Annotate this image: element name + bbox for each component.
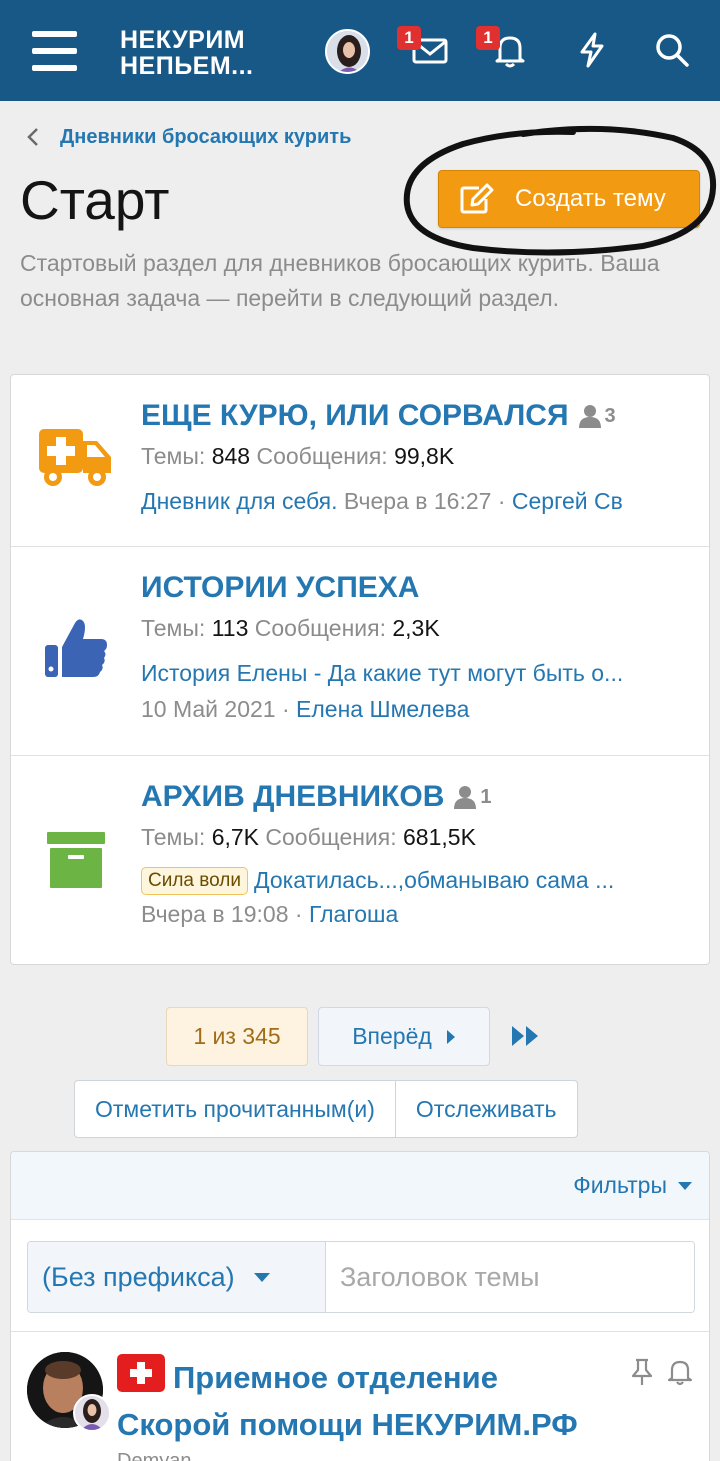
create-thread-button[interactable]: Создать тему	[438, 170, 700, 228]
logo-line-2: НЕПЬЕМ...	[120, 52, 254, 80]
last-post-time[interactable]: Вчера в 19:08	[141, 901, 289, 927]
thread-title-link[interactable]: Приемное отделение Скорой помощи НЕКУРИМ…	[117, 1354, 617, 1448]
next-page-button[interactable]: Вперёд	[318, 1007, 490, 1066]
node-viewers: 3	[578, 404, 616, 428]
threads-label: Темы:	[141, 824, 206, 850]
last-post-time[interactable]: Вчера в 16:27	[344, 488, 492, 514]
page-title: Старт	[20, 169, 170, 231]
threads-count: 6,7K	[211, 824, 260, 850]
ambulance-icon	[37, 427, 115, 494]
forum-node[interactable]: ЕЩЕ КУРЮ, ИЛИ СОРВАЛСЯ 3 Темы: 848 Сообщ…	[11, 375, 709, 547]
threads-label: Темы:	[141, 615, 206, 641]
section-description: Стартовый раздел для дневников бросающих…	[20, 250, 660, 311]
messages-count: 681,5K	[403, 824, 476, 850]
last-post-time[interactable]: 10 Май 2021	[141, 696, 276, 722]
thumbs-up-icon	[43, 617, 109, 686]
chevron-left-icon	[27, 128, 38, 146]
user-icon	[454, 786, 477, 809]
site-logo[interactable]: НЕКУРИМ НЕПЬЕМ...	[120, 27, 254, 79]
last-post-title[interactable]: История Елены - Да какие тут могут быть …	[141, 660, 623, 686]
next-page-label: Вперёд	[352, 1023, 432, 1049]
messages-count: 2,3K	[392, 615, 440, 641]
node-title[interactable]: ЕЩЕ КУРЮ, ИЛИ СОРВАЛСЯ	[141, 399, 569, 433]
node-title[interactable]: АРХИВ ДНЕВНИКОВ	[141, 780, 444, 814]
lightning-icon[interactable]	[572, 30, 612, 70]
node-viewer-count: 1	[480, 785, 492, 808]
user-icon	[578, 405, 601, 428]
thread-prefix-badge: Сила воли	[141, 867, 248, 895]
node-stats: Темы: 113 Сообщения: 2,3K	[141, 615, 697, 642]
thread-list: Фильтры (Без префикса) Приемное отделени…	[10, 1151, 710, 1461]
forum-node-list: ЕЩЕ КУРЮ, ИЛИ СОРВАЛСЯ 3 Темы: 848 Сообщ…	[10, 374, 710, 965]
node-viewers: 1	[454, 785, 491, 809]
last-post-user[interactable]: Елена Шмелева	[296, 696, 469, 722]
breadcrumb[interactable]: Дневники бросающих курить	[26, 123, 351, 151]
page-current-indicator[interactable]: 1 из 345	[166, 1007, 308, 1066]
forum-node[interactable]: АРХИВ ДНЕВНИКОВ 1 Темы: 6,7K Сообщения: …	[11, 756, 709, 964]
thread-author[interactable]: Demyan	[117, 1450, 191, 1461]
thread-title-text: Приемное отделение Скорой помощи НЕКУРИМ…	[117, 1360, 578, 1442]
alerts-count-badge: 1	[476, 26, 500, 50]
messages-count: 99,8K	[394, 443, 455, 469]
filter-bar: Фильтры	[11, 1152, 709, 1220]
node-stats: Темы: 6,7K Сообщения: 681,5K	[141, 824, 697, 851]
medical-cross-icon	[117, 1354, 165, 1392]
thread-last-poster-avatar[interactable]	[73, 1394, 111, 1432]
quick-thread-form: (Без префикса)	[27, 1241, 695, 1313]
create-thread-label: Создать тему	[515, 185, 666, 212]
last-post-user[interactable]: Глагоша	[309, 901, 398, 927]
threads-label: Темы:	[141, 443, 206, 469]
filters-label: Фильтры	[573, 1172, 667, 1198]
last-post-user[interactable]: Сергей Св	[512, 488, 623, 514]
messages-label: Сообщения:	[265, 824, 397, 850]
logo-line-1: НЕКУРИМ	[120, 26, 246, 54]
node-viewer-count: 3	[604, 404, 616, 427]
avatar[interactable]	[325, 29, 370, 74]
prefix-select[interactable]: (Без префикса)	[28, 1242, 326, 1312]
top-navbar: НЕКУРИМ НЕПЬЕМ... 1 1	[0, 0, 720, 101]
node-last-post-meta: Вчера в 19:08 · Глагоша	[141, 901, 399, 927]
mark-read-button[interactable]: Отметить прочитанным(и)	[75, 1081, 395, 1137]
forum-node[interactable]: ИСТОРИИ УСПЕХА Темы: 113 Сообщения: 2,3K…	[11, 547, 709, 756]
node-last-post: Сила воли Докатилась...,обманываю сама ..…	[141, 865, 697, 895]
threads-count: 113	[211, 615, 249, 641]
breadcrumb-link[interactable]: Дневники бросающих курить	[60, 126, 351, 149]
pin-icon	[631, 1358, 653, 1385]
watch-button[interactable]: Отслеживать	[396, 1081, 577, 1137]
messages-label: Сообщения:	[256, 443, 388, 469]
caret-down-icon	[678, 1181, 692, 1190]
prefix-select-value: (Без префикса)	[42, 1261, 235, 1292]
node-title[interactable]: ИСТОРИИ УСПЕХА	[141, 571, 419, 605]
node-stats: Темы: 848 Сообщения: 99,8K	[141, 443, 697, 470]
last-post-title[interactable]: Докатилась...,обманываю сама ...	[254, 867, 614, 893]
caret-down-icon	[253, 1272, 270, 1282]
last-post-title[interactable]: Дневник для себя.	[141, 488, 338, 514]
menu-icon[interactable]	[32, 31, 77, 71]
search-icon[interactable]	[652, 30, 692, 70]
node-last-post-meta: 10 Май 2021 · Елена Шмелева	[141, 696, 470, 722]
thread-title-input[interactable]	[326, 1242, 694, 1312]
messages-count-badge: 1	[397, 26, 421, 50]
archive-box-icon	[47, 832, 105, 893]
node-last-post: История Елены - Да какие тут могут быть …	[141, 658, 697, 688]
messages-label: Сообщения:	[254, 615, 386, 641]
threads-count: 848	[211, 443, 251, 469]
watched-bell-icon	[667, 1360, 693, 1386]
caret-right-icon	[446, 1029, 455, 1044]
filters-button[interactable]: Фильтры	[573, 1172, 693, 1199]
node-last-post: Дневник для себя. Вчера в 16:27 · Сергей…	[141, 488, 623, 514]
last-page-icon[interactable]	[510, 1022, 542, 1050]
edit-icon	[460, 183, 494, 214]
forum-actions: Отметить прочитанным(и) Отслеживать	[74, 1080, 578, 1138]
